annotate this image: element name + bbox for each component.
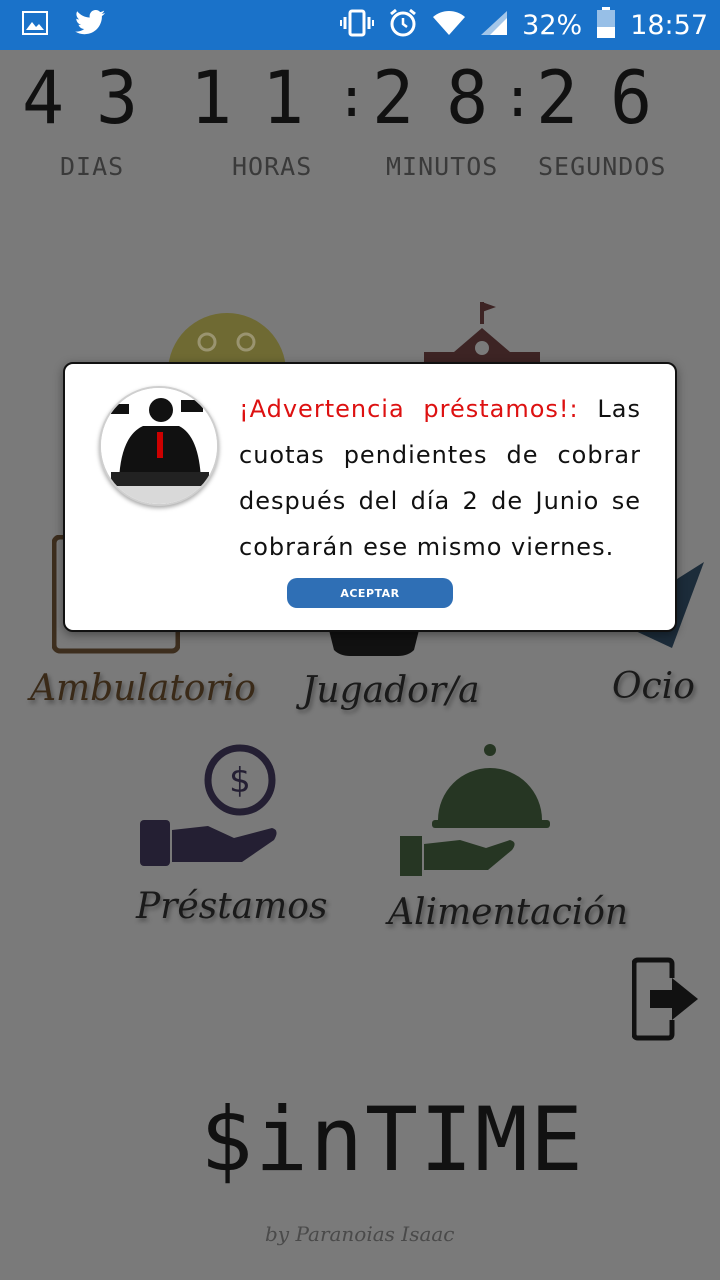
dialog-avatar [99, 386, 219, 506]
dialog-warning-title: ¡Advertencia préstamos!: [239, 395, 579, 423]
modal-overlay [0, 0, 720, 1280]
dialog-message: ¡Advertencia préstamos!: Las cuotas pend… [239, 386, 641, 570]
warning-dialog: ¡Advertencia préstamos!: Las cuotas pend… [63, 362, 677, 632]
accept-button[interactable]: ACEPTAR [287, 578, 453, 608]
